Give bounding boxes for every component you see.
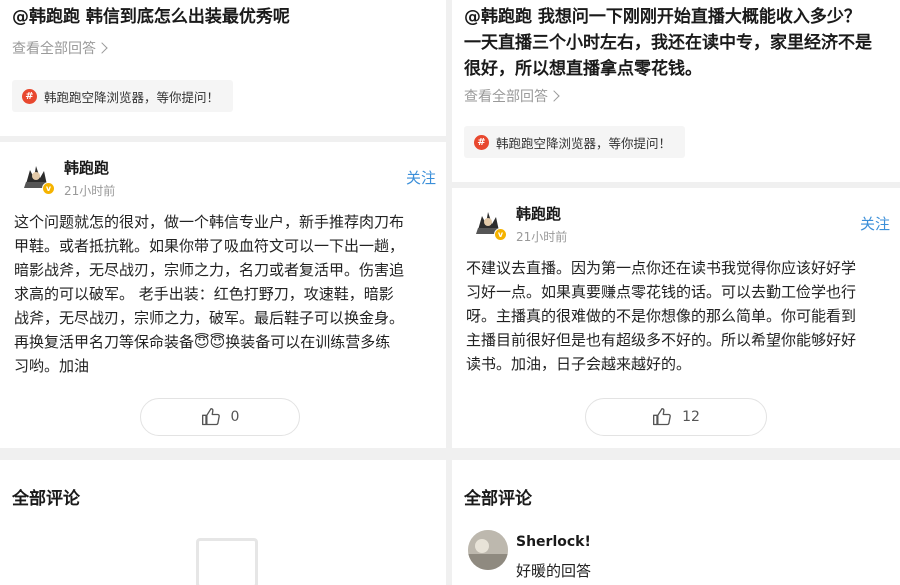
answer-line: 求高的可以破军。 老手出装：红色打野刀，攻速鞋，暗影 [14, 285, 394, 303]
author-block: v 韩跑跑 21小时前 [18, 158, 115, 199]
invite-badge-icon: # [22, 88, 37, 104]
answer-line: 读书。加油，日子会越来越好的。 [466, 355, 692, 373]
commenter-avatar[interactable] [468, 530, 508, 570]
verified-v-icon: v [42, 182, 55, 195]
view-all-label: 查看全部回答 [12, 41, 96, 57]
invite-text: 韩跑跑空降浏览器，等你提问！ [44, 89, 220, 105]
answer-line: 暗影战斧，无尽战刃，宗师之力，名刀或者复活甲。伤害追 [14, 261, 405, 279]
answer-line: 习哟。加油 [14, 357, 90, 375]
answer-card: v 韩跑跑 21小时前 关注 不建议去直播。因为第一点你还在读书我觉得你应该好好… [452, 188, 900, 448]
answer-line: 这个问题就怎的很对，做一个韩信专业户，新手推荐肉刀布 [14, 213, 405, 231]
invite-banner[interactable]: # 韩跑跑空降浏览器，等你提问！ [12, 80, 234, 112]
comments-card: 全部评论 Sherlock! 好暖的回答 [452, 460, 900, 585]
author-block: v 韩跑跑 21小时前 [470, 204, 567, 245]
answer-line: 呀。主播真的很难做的不是你想像的那么简单。你可能看到 [466, 307, 857, 325]
follow-button[interactable]: 关注 [860, 213, 890, 234]
chevron-right-icon [548, 90, 560, 102]
answer-line: 再换复活甲名刀等保命装备😇😇换装备可以在训练营多练 [14, 333, 391, 351]
like-count: 0 [230, 409, 240, 425]
answer-line: 甲鞋。或者抵抗靴。如果你带了吸血符文可以一下出一趟， [14, 237, 405, 255]
view-all-label: 查看全部回答 [464, 89, 548, 105]
chevron-right-icon [96, 42, 108, 54]
question-card: @韩跑跑 韩信到底怎么出装最优秀呢 查看全部回答 # 韩跑跑空降浏览器，等你提问… [0, 0, 446, 136]
question-text: @韩跑跑 我想问一下刚刚开始直播大概能收入多少？一天直播三个小时左右，我还在读中… [464, 7, 872, 79]
invite-text: 韩跑跑空降浏览器，等你提问！ [496, 135, 672, 151]
thumbs-up-icon [653, 408, 671, 426]
comments-title: 全部评论 [12, 489, 80, 509]
right-panel: @韩跑跑 我想问一下刚刚开始直播大概能收入多少？一天直播三个小时左右，我还在读中… [452, 0, 900, 585]
answer-line: 不建议去直播。因为第一点你还在读书我觉得你应该好好学 [466, 259, 857, 277]
view-all-answers-link[interactable]: 查看全部回答 [0, 38, 108, 58]
left-panel: @韩跑跑 韩信到底怎么出装最优秀呢 查看全部回答 # 韩跑跑空降浏览器，等你提问… [0, 0, 446, 585]
question-card: @韩跑跑 我想问一下刚刚开始直播大概能收入多少？一天直播三个小时左右，我还在读中… [452, 0, 900, 182]
post-time: 21小时前 [516, 230, 568, 244]
author-name: 韩跑跑 [64, 159, 110, 177]
answer-card: v 韩跑跑 21小时前 关注 这个问题就怎的很对，做一个韩信专业户，新手推荐肉刀… [0, 142, 446, 448]
answer-line: 习好一点。如果真要赚点零花钱的话。可以去勤工俭学也行 [466, 283, 857, 301]
thumbs-up-icon [201, 408, 220, 426]
avatar-photo-icon [468, 530, 508, 570]
comment-text: 好暖的回答 [516, 562, 592, 580]
answer-text: 不建议去直播。因为第一点你还在读书我觉得你应该好好学 习好一点。如果真要赚点零花… [466, 256, 890, 376]
question-text: @韩跑跑 韩信到底怎么出装最优秀呢 [12, 7, 290, 27]
invite-banner[interactable]: # 韩跑跑空降浏览器，等你提问！ [464, 126, 686, 158]
verified-v-icon: v [494, 228, 507, 241]
comments-title: 全部评论 [464, 489, 532, 509]
author-name: 韩跑跑 [516, 205, 562, 223]
like-button[interactable]: 0 [140, 398, 300, 436]
like-count: 12 [682, 409, 700, 425]
avatar[interactable]: v [470, 204, 507, 241]
answer-text: 这个问题就怎的很对，做一个韩信专业户，新手推荐肉刀布 甲鞋。或者抵抗靴。如果你带… [14, 210, 436, 378]
answer-line: 主播目前很好但是也有超级多不好的。所以希望你能够好好 [466, 331, 857, 349]
answer-line: 战斧，无尽战刃，宗师之力，破军。最后鞋子可以换金身。 [14, 309, 405, 327]
empty-comments-icon [196, 538, 258, 585]
invite-badge-icon: # [474, 134, 489, 150]
comments-card: 全部评论 [0, 460, 446, 585]
like-button[interactable]: 12 [585, 398, 767, 436]
post-time: 21小时前 [64, 184, 116, 198]
commenter-name: Sherlock! [516, 534, 591, 550]
view-all-answers-link[interactable]: 查看全部回答 [452, 86, 560, 106]
follow-button[interactable]: 关注 [406, 167, 436, 188]
avatar[interactable]: v [18, 158, 55, 195]
